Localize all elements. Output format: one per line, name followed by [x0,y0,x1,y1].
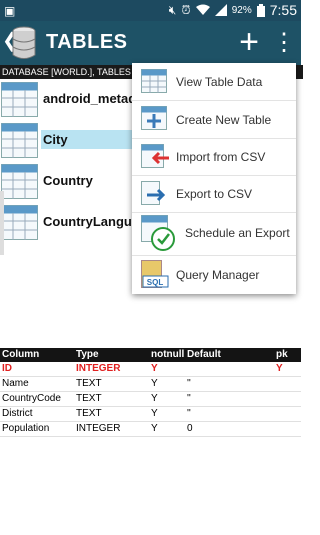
table-icon [1,123,38,158]
overflow-menu: View Table Data Create New Table Import … [132,63,296,294]
cell-notnull: Y [151,363,158,374]
cell-notnull: Y [151,408,158,419]
clock: 7:55 [269,2,297,18]
svg-text:SQL: SQL [147,278,164,287]
cell-column: District [2,408,33,419]
drawer-handle[interactable] [0,191,4,255]
battery-percent: 92% [231,4,252,16]
menu-item-schedule-an-export[interactable]: Schedule an Export [132,212,296,256]
status-bar: ▣ 🔇︎ ⏰︎ 92% 7:55 [0,0,301,21]
cell-default: '' [187,393,191,404]
alarm-icon: ⏰︎ [181,3,191,17]
csv-export-icon [141,181,166,205]
cell-notnull: Y [151,378,158,389]
cell-notnull: Y [151,423,158,434]
add-button[interactable]: + [234,25,264,59]
table-row: CountryCode TEXT Y '' [0,392,301,407]
table-icon [1,205,38,240]
menu-item-import-from-csv[interactable]: Import from CSV [132,138,296,176]
header-column: Column [2,349,40,360]
menu-item-label: Schedule an Export [185,226,290,240]
status-icons: 🔇︎ ⏰︎ 92% 7:55 [169,2,297,18]
cell-default: 0 [187,423,193,434]
cell-column: ID [2,363,12,374]
sql-icon: SQL [141,260,169,288]
menu-item-query-manager[interactable]: SQL Query Manager [132,255,296,294]
table-row: Name TEXT Y '' [0,377,301,392]
menu-item-label: Export to CSV [176,187,253,201]
cell-column: Name [2,378,29,389]
cell-column: Population [2,423,50,434]
menu-item-export-to-csv[interactable]: Export to CSV [132,175,296,213]
menu-item-view-table-data[interactable]: View Table Data [132,63,296,101]
table-grid-icon [141,69,167,93]
table-add-icon [141,106,167,130]
cell-type: TEXT [76,393,102,404]
menu-item-label: Create New Table [176,113,272,127]
clock-icon [141,215,175,251]
menu-item-label: View Table Data [176,75,263,89]
csv-import-icon [141,144,169,168]
cell-type: TEXT [76,408,102,419]
mute-icon: 🔇︎ [168,3,177,17]
app-bar: ❮ TABLES + ⋮ [0,21,301,65]
cell-default: '' [187,408,191,419]
header-notnull: notnull [151,349,185,360]
battery-icon [256,3,265,17]
table-row: District TEXT Y '' [0,407,301,422]
cell-type: INTEGER [76,363,121,374]
image-notification-icon: ▣ [4,4,16,18]
column-table-header: Column Type notnull Default pk [0,348,301,362]
header-type: Type [76,349,99,360]
table-row: Population INTEGER Y 0 [0,422,301,437]
cell-type: INTEGER [76,423,121,434]
cell-type: TEXT [76,378,102,389]
table-name: Country [43,173,93,188]
menu-item-label: Import from CSV [176,150,266,164]
cell-column: CountryCode [2,393,61,404]
cell-notnull: Y [151,393,158,404]
signal-icon [214,4,227,16]
table-icon [1,82,38,117]
cell-default: '' [187,378,191,389]
header-default: Default [187,349,221,360]
wifi-icon [195,4,210,15]
database-icon[interactable] [12,26,36,60]
menu-item-create-new-table[interactable]: Create New Table [132,100,296,139]
notification-area: ▣ [4,3,15,19]
table-row: ID INTEGER Y Y [0,362,301,377]
menu-item-label: Query Manager [176,268,260,282]
table-icon [1,164,38,199]
page-title: TABLES [46,31,128,53]
cell-pk: Y [276,363,283,374]
column-table: Column Type notnull Default pk ID INTEGE… [0,348,301,437]
overflow-menu-icon[interactable]: ⋮ [272,28,296,58]
header-pk: pk [276,349,288,360]
